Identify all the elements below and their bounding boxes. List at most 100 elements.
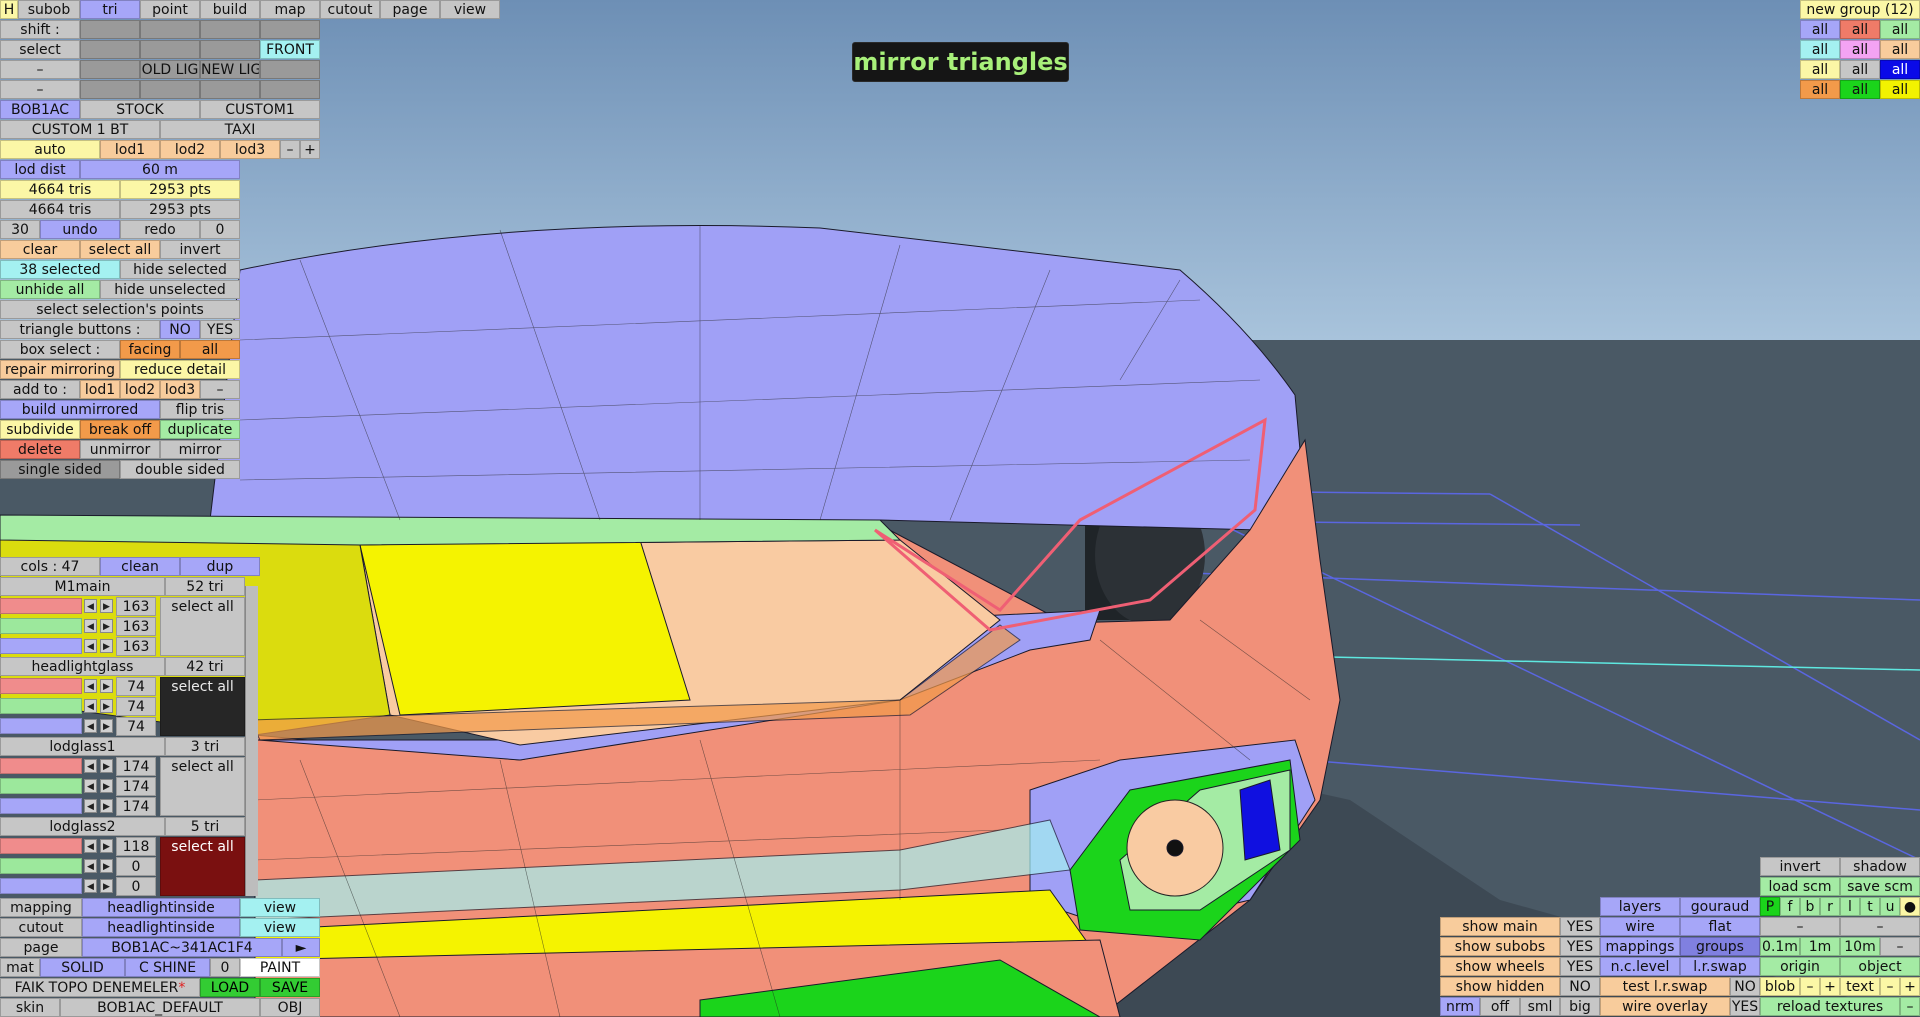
decrement-arrow-icon[interactable]: ◀: [84, 879, 97, 893]
group-all-button[interactable]: all: [1880, 60, 1920, 79]
blue-slider[interactable]: [0, 878, 82, 894]
single-sided-button[interactable]: single sided: [0, 460, 120, 479]
unhide-all-button[interactable]: unhide all: [0, 280, 100, 299]
shift-slot-1[interactable]: [80, 20, 140, 39]
group-all-button[interactable]: all: [1840, 20, 1880, 39]
show-subobs-button[interactable]: show subobs: [1440, 937, 1560, 956]
clean-button[interactable]: clean: [100, 557, 180, 576]
material-select-all[interactable]: select all: [160, 757, 245, 816]
add-to-lod3[interactable]: lod3: [160, 380, 200, 399]
hide-unselected-button[interactable]: hide unselected: [100, 280, 240, 299]
save-button[interactable]: SAVE: [260, 978, 320, 997]
big-button[interactable]: big: [1560, 997, 1600, 1016]
t-flag-button[interactable]: t: [1860, 897, 1880, 916]
tab-view[interactable]: view: [440, 0, 500, 19]
slot-b[interactable]: [140, 80, 200, 99]
lod-plus[interactable]: +: [300, 140, 320, 159]
increment-arrow-icon[interactable]: ▶: [100, 799, 113, 813]
p-flag-button[interactable]: P: [1760, 897, 1780, 916]
slot-a[interactable]: [80, 80, 140, 99]
lr-swap-button[interactable]: l.r.swap: [1680, 957, 1760, 976]
clear-button[interactable]: clear: [0, 240, 80, 259]
group-all-button[interactable]: all: [1800, 80, 1840, 99]
tab-point[interactable]: point: [140, 0, 200, 19]
b-flag-button[interactable]: b: [1800, 897, 1820, 916]
l-flag-button[interactable]: l: [1840, 897, 1860, 916]
wire-overlay-button[interactable]: wire overlay: [1600, 997, 1730, 1016]
car-custom1[interactable]: CUSTOM1: [200, 100, 320, 119]
mapping-value[interactable]: headlightinside: [82, 898, 240, 917]
increment-arrow-icon[interactable]: ▶: [100, 759, 113, 773]
custom-1-bt-button[interactable]: CUSTOM 1 BT: [0, 120, 160, 139]
box-select-all[interactable]: all: [180, 340, 240, 359]
select-slot-1[interactable]: [80, 40, 140, 59]
increment-arrow-icon[interactable]: ▶: [100, 679, 113, 693]
lod-minus[interactable]: –: [280, 140, 300, 159]
shift-slot-2[interactable]: [140, 20, 200, 39]
show-main-button[interactable]: show main: [1440, 917, 1560, 936]
material-name[interactable]: M1main: [0, 577, 165, 596]
f-flag-button[interactable]: f: [1780, 897, 1800, 916]
blue-slider[interactable]: [0, 718, 82, 734]
light-slot-1[interactable]: [80, 60, 140, 79]
show-main-value[interactable]: YES: [1560, 917, 1600, 936]
lod-auto[interactable]: auto: [0, 140, 100, 159]
distance-1m[interactable]: 1m: [1800, 937, 1840, 956]
decrement-arrow-icon[interactable]: ◀: [84, 799, 97, 813]
decrement-arrow-icon[interactable]: ◀: [84, 639, 97, 653]
material-select-all[interactable]: select all: [160, 837, 245, 896]
green-slider[interactable]: [0, 858, 82, 874]
blob-minus[interactable]: –: [1800, 977, 1820, 996]
r-flag-button[interactable]: r: [1820, 897, 1840, 916]
nrm-button[interactable]: nrm: [1440, 997, 1480, 1016]
triangle-buttons-yes[interactable]: YES: [200, 320, 240, 339]
add-to-none[interactable]: –: [200, 380, 240, 399]
distance-10m[interactable]: 10m: [1840, 937, 1880, 956]
add-to-lod1[interactable]: lod1: [80, 380, 120, 399]
slot-d[interactable]: [260, 80, 320, 99]
decrement-arrow-icon[interactable]: ◀: [84, 699, 97, 713]
increment-arrow-icon[interactable]: ▶: [100, 719, 113, 733]
group-all-button[interactable]: all: [1880, 40, 1920, 59]
mapping-view-button[interactable]: view: [240, 898, 320, 917]
page-value[interactable]: BOB1AC~341AC1F4: [82, 938, 282, 957]
test-lr-swap-button[interactable]: test l.r.swap: [1600, 977, 1730, 996]
lod-2[interactable]: lod2: [160, 140, 220, 159]
material-select-all[interactable]: select all: [160, 597, 245, 656]
box-select-facing[interactable]: facing: [120, 340, 180, 359]
red-slider[interactable]: [0, 758, 82, 774]
material-select-all[interactable]: select all: [160, 677, 245, 736]
material-name[interactable]: headlightglass: [0, 657, 165, 676]
group-all-button[interactable]: all: [1800, 40, 1840, 59]
subdivide-button[interactable]: subdivide: [0, 420, 80, 439]
reload-textures-button[interactable]: reload textures: [1760, 997, 1900, 1016]
lod-1[interactable]: lod1: [100, 140, 160, 159]
off-button[interactable]: off: [1480, 997, 1520, 1016]
decrement-arrow-icon[interactable]: ◀: [84, 759, 97, 773]
paint-button[interactable]: PAINT: [240, 958, 320, 977]
slot-c[interactable]: [200, 80, 260, 99]
dup-button[interactable]: dup: [180, 557, 260, 576]
load-button[interactable]: LOAD: [200, 978, 260, 997]
decrement-arrow-icon[interactable]: ◀: [84, 839, 97, 853]
group-all-button[interactable]: all: [1800, 60, 1840, 79]
show-hidden-value[interactable]: NO: [1560, 977, 1600, 996]
duplicate-button[interactable]: duplicate: [160, 420, 240, 439]
decrement-arrow-icon[interactable]: ◀: [84, 599, 97, 613]
old-lig-button[interactable]: OLD LIG: [140, 60, 200, 79]
mappings-button[interactable]: mappings: [1600, 937, 1680, 956]
groups-button[interactable]: groups: [1680, 937, 1760, 956]
solid-button[interactable]: SOLID: [40, 958, 125, 977]
shift-slot-4[interactable]: [260, 20, 320, 39]
h-button[interactable]: H: [0, 0, 18, 19]
group-title[interactable]: new group (12): [1800, 0, 1920, 19]
tab-build[interactable]: build: [200, 0, 260, 19]
group-all-button[interactable]: all: [1840, 80, 1880, 99]
triangle-buttons-no[interactable]: NO: [160, 320, 200, 339]
red-slider[interactable]: [0, 598, 82, 614]
hide-selected-button[interactable]: hide selected: [120, 260, 240, 279]
add-to-lod2[interactable]: lod2: [120, 380, 160, 399]
blob-plus[interactable]: +: [1820, 977, 1840, 996]
shift-slot-3[interactable]: [200, 20, 260, 39]
double-sided-button[interactable]: double sided: [120, 460, 240, 479]
